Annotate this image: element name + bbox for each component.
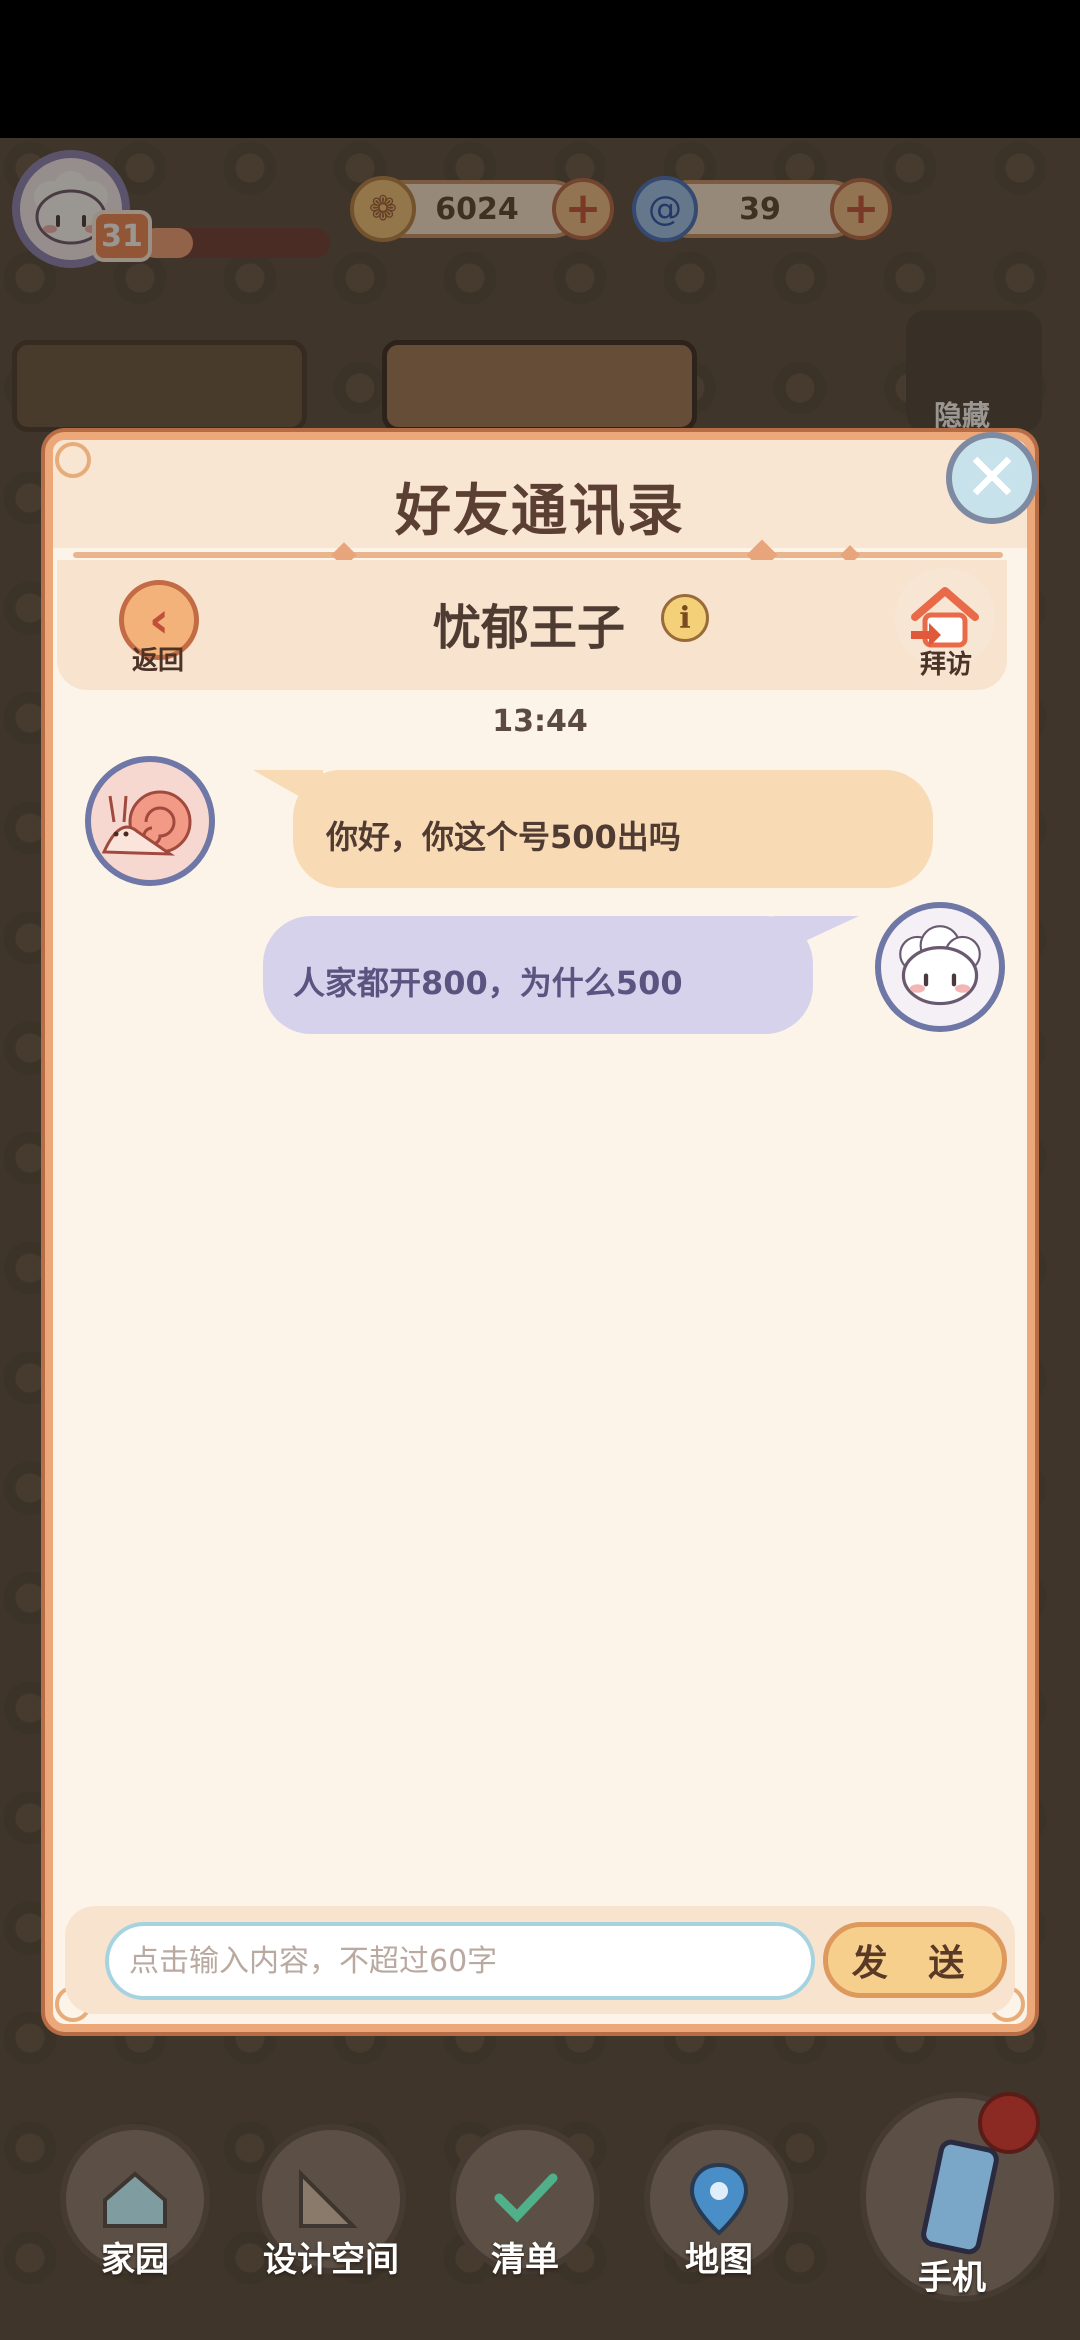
friend-contacts-dialog: 好友通讯录 ‹ 返回 忧郁王子 i 拜访 13:44 你好，你这个号500出吗 … xyxy=(45,432,1035,2032)
contact-name: 忧郁王子 xyxy=(433,600,626,656)
close-icon: ✕ xyxy=(964,439,1020,516)
snail-icon xyxy=(101,790,192,856)
notification-dot xyxy=(978,2092,1040,2154)
house-icon xyxy=(911,587,979,648)
back-label: 返回 xyxy=(131,646,184,676)
close-button[interactable]: ✕ xyxy=(946,432,1038,524)
sheep-icon xyxy=(899,925,981,1006)
checklist-icon xyxy=(494,2173,558,2223)
incoming-message-text: 你好，你这个号500出吗 xyxy=(326,818,681,856)
phone-icon xyxy=(921,2139,999,2255)
message-input[interactable] xyxy=(105,1922,815,2000)
status-bar xyxy=(0,0,1080,138)
info-icon[interactable]: i xyxy=(661,594,709,642)
dialog-title: 好友通讯录 xyxy=(395,479,685,544)
visit-label: 拜访 xyxy=(919,650,972,680)
map-pin-icon xyxy=(689,2162,749,2236)
nav-map-label: 地图 xyxy=(685,2240,753,2280)
nav-design-space-label: 设计空间 xyxy=(263,2240,399,2280)
chat-timestamp: 13:44 xyxy=(492,704,588,739)
design-icon xyxy=(299,2169,358,2228)
corner-ornament xyxy=(55,442,91,478)
outgoing-message-text: 人家都开800，为什么500 xyxy=(293,964,683,1002)
send-button[interactable]: 发 送 xyxy=(823,1922,1007,1998)
nav-home-label: 家园 xyxy=(101,2240,169,2280)
nav-checklist-label: 清单 xyxy=(491,2240,559,2280)
contact-avatar[interactable] xyxy=(85,756,215,886)
nav-phone-label: 手机 xyxy=(918,2258,986,2298)
my-avatar[interactable] xyxy=(875,902,1005,1032)
divider xyxy=(73,552,1003,558)
home-icon xyxy=(103,2171,167,2228)
